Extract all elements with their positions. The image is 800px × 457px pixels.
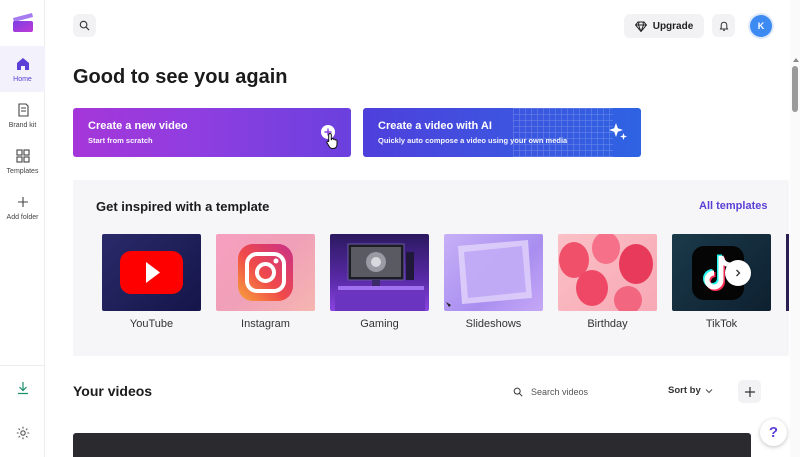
template-birthday[interactable]: Birthday [558,234,657,330]
template-instagram[interactable]: Instagram [216,234,315,330]
scrollbar-thumb[interactable] [792,66,798,112]
chevron-down-icon [705,388,713,393]
video-thumbnail[interactable] [73,433,751,457]
template-youtube[interactable]: YouTube [102,234,201,330]
template-name: Slideshows [465,318,522,330]
template-gaming[interactable]: Gaming [330,234,429,330]
instagram-logo-icon [238,244,293,301]
sidebar-item-label: Add folder [6,214,39,221]
template-name: YouTube [129,318,174,330]
settings-button[interactable] [0,425,45,445]
template-thumbnail-peek [786,234,789,311]
card-title: Create a video with AI [378,120,492,132]
sidebar-divider [0,365,45,366]
chevron-right-icon [736,269,741,277]
video-search[interactable] [513,383,643,401]
template-thumbnail [216,234,315,311]
download-icon [17,382,28,395]
sidebar: Home Brand kit Templates Add folder [0,0,45,457]
create-new-video-card[interactable]: Create a new video Start from scratch [73,108,351,157]
upgrade-button[interactable]: Upgrade [624,14,704,38]
sort-by-label: Sort by [668,385,701,396]
plus-icon [17,197,28,207]
search-videos-input[interactable] [531,387,631,397]
template-thumbnail [102,234,201,311]
card-subtitle: Quickly auto compose a video using your … [378,136,568,145]
brand-kit-icon [17,103,29,117]
template-section: Get inspired with a template All templat… [73,180,789,356]
sidebar-item-label: Brand kit [8,122,37,129]
home-icon [16,58,29,70]
sidebar-item-home[interactable]: Home [0,46,45,92]
add-video-button[interactable] [738,380,761,403]
your-videos-title: Your videos [73,383,153,399]
templates-icon [15,149,30,163]
avatar[interactable]: K [750,15,772,37]
card-subtitle: Start from scratch [88,136,153,145]
help-button[interactable]: ? [760,419,787,446]
sidebar-item-label: Home [13,76,32,83]
gear-icon [16,426,29,440]
template-name: TikTok [705,318,738,330]
search-icon [513,387,523,397]
upgrade-label: Upgrade [652,20,694,32]
download-button[interactable] [0,380,45,400]
all-templates-link[interactable]: All templates [699,200,767,212]
sidebar-item-templates[interactable]: Templates [0,148,45,184]
grid-decoration [513,108,613,157]
create-ai-video-card[interactable]: Create a video with AI Quickly auto comp… [363,108,641,157]
template-thumbnail [558,234,657,311]
template-name: Birthday [587,318,628,330]
sidebar-item-label: Templates [6,168,39,175]
diamond-icon [634,21,647,32]
template-thumbnail [672,234,771,311]
slideshow-preview-image [446,240,532,307]
template-slideshows[interactable]: Slideshows [444,234,543,330]
scroll-up-arrow-icon[interactable] [793,58,799,62]
sidebar-item-brand-kit[interactable]: Brand kit [0,102,45,138]
template-thumbnail [330,234,429,311]
sparkle-icon [609,123,627,140]
sidebar-item-add-folder[interactable]: Add folder [0,194,45,230]
section-title: Get inspired with a template [96,199,270,214]
gaming-setup-image [335,243,425,311]
template-name: Gaming [360,318,399,330]
tiktok-logo-icon [692,246,744,300]
search-icon [79,20,90,31]
bell-icon [719,21,728,31]
template-tiktok[interactable]: TikTok [672,234,771,330]
template-name: Instagram [241,318,290,330]
plus-icon [744,386,755,397]
sort-by-dropdown[interactable]: Sort by [668,385,713,396]
template-thumbnail [444,234,543,311]
youtube-logo-icon [120,251,183,294]
balloons-image [559,234,653,311]
carousel-next-button[interactable] [725,260,751,286]
app-logo-icon[interactable] [11,11,35,33]
notifications-button[interactable] [712,14,735,37]
card-title: Create a new video [88,120,188,132]
page-title: Good to see you again [73,66,288,88]
search-button[interactable] [73,14,96,37]
hand-cursor-icon [326,132,338,149]
